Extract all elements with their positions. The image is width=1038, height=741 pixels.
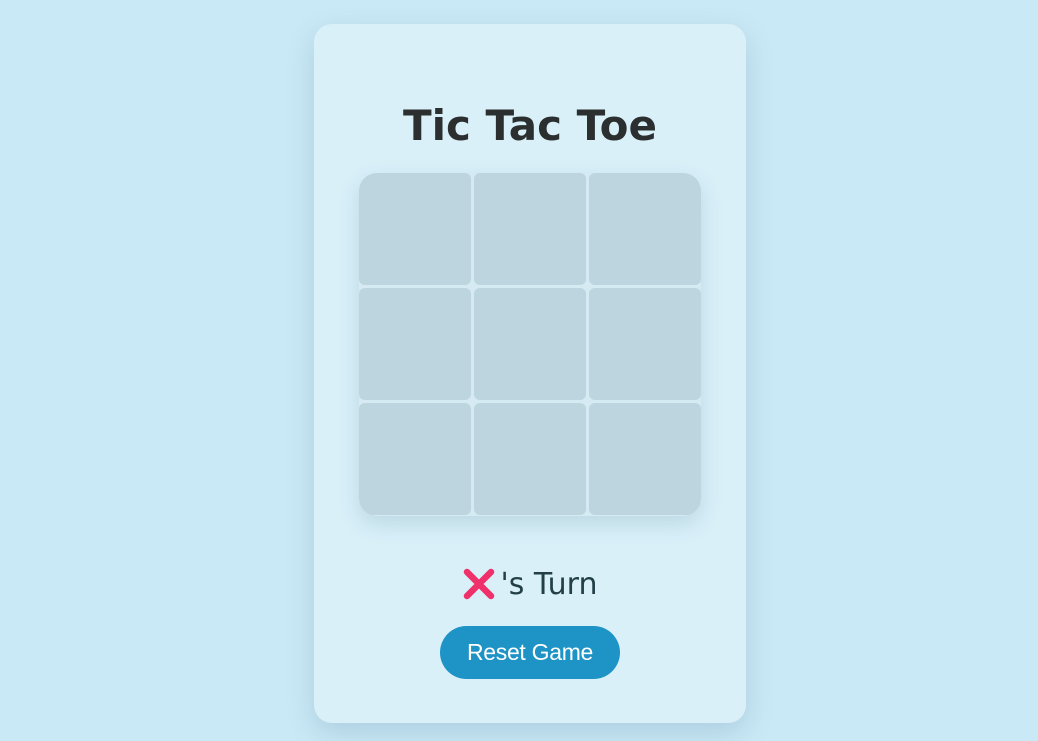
game-board [359, 173, 701, 516]
board-cell-1[interactable] [359, 173, 471, 285]
board-cell-4[interactable] [359, 288, 471, 400]
cross-mark-icon [462, 567, 496, 601]
game-card: Tic Tac Toe 's Turn Reset Game [314, 24, 746, 723]
board-cell-6[interactable] [589, 288, 701, 400]
board-cell-5[interactable] [474, 288, 586, 400]
board-cell-9[interactable] [589, 403, 701, 515]
turn-status: 's Turn [314, 562, 746, 606]
board-cell-8[interactable] [474, 403, 586, 515]
board-cell-7[interactable] [359, 403, 471, 515]
board-cell-2[interactable] [474, 173, 586, 285]
game-title: Tic Tac Toe [402, 101, 658, 150]
reset-game-button[interactable]: Reset Game [440, 626, 620, 679]
board-cell-3[interactable] [589, 173, 701, 285]
turn-status-text: 's Turn [500, 566, 598, 602]
